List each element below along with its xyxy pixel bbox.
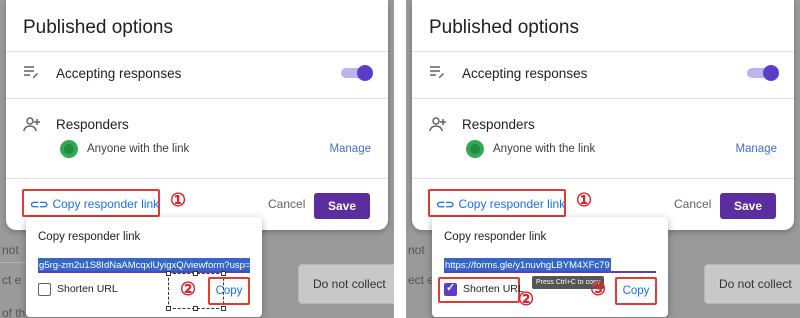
background-text: of th [2, 306, 26, 318]
callout-3: ③ [590, 279, 607, 299]
save-button[interactable]: Save [314, 193, 370, 219]
audience-label: Anyone with the link [493, 143, 596, 155]
cancel-button[interactable]: Cancel [268, 197, 305, 211]
background-text: not [2, 243, 19, 257]
divider [6, 51, 388, 52]
divider [6, 98, 388, 99]
accepting-responses-toggle[interactable] [747, 65, 779, 81]
divider [6, 178, 388, 179]
callout-1: ① [576, 190, 593, 210]
copy-responder-link-button[interactable]: ⊂⊃ Copy responder link [428, 189, 566, 217]
shorten-url-label: Shorten URL [57, 283, 118, 295]
callout-2: ② [180, 279, 197, 299]
callout-2: ② [518, 289, 535, 309]
manage-link[interactable]: Manage [735, 143, 777, 155]
background-divider [0, 262, 26, 263]
url-text: https://forms.gle/y1nuvhgLBYM4XFc79 [444, 258, 611, 271]
shorten-url-checkbox[interactable] [38, 283, 51, 296]
background-text: ct e [2, 273, 22, 287]
globe-icon [60, 140, 78, 158]
person-add-icon [429, 116, 447, 135]
audience-label: Anyone with the link [87, 143, 190, 155]
form-list-icon [23, 64, 39, 83]
cancel-button[interactable]: Cancel [674, 197, 711, 211]
link-icon: ⊂⊃ [30, 199, 49, 211]
background-text: ect e [408, 273, 435, 287]
published-options-dialog: Published options Accepting responses Re… [6, 0, 388, 230]
panel-divider [394, 0, 406, 318]
form-list-icon [429, 64, 445, 83]
accepting-responses-toggle[interactable] [341, 65, 373, 81]
popup-title: Copy responder link [444, 231, 547, 243]
divider [412, 178, 794, 179]
copy-link-popup: Copy responder link g5rg-zm2u1S8IdNaAMcq… [26, 217, 262, 317]
copy-link-popup: Copy responder link https://forms.gle/y1… [432, 217, 668, 317]
copy-responder-link-button[interactable]: ⊂⊃ Copy responder link [22, 189, 160, 217]
responders-label: Responders [462, 117, 535, 132]
url-field[interactable]: https://forms.gle/y1nuvhgLBYM4XFc79 [444, 255, 656, 271]
copy-button[interactable]: Copy [615, 277, 657, 305]
callout-1: ① [170, 190, 187, 210]
shorten-url-checkbox[interactable] [444, 281, 457, 296]
link-icon: ⊂⊃ [436, 199, 455, 211]
background-select: Do not collect [704, 264, 800, 304]
manage-link[interactable]: Manage [329, 143, 371, 155]
divider [412, 51, 794, 52]
dialog-title: Published options [23, 17, 173, 38]
divider [412, 98, 794, 99]
accepting-responses-label: Accepting responses [56, 66, 182, 81]
dialog-title: Published options [429, 17, 579, 38]
popup-title: Copy responder link [38, 231, 141, 243]
accepting-responses-label: Accepting responses [462, 66, 588, 81]
url-text: g5rg-zm2u1S8IdNaAMcqxlUyigxQ/viewform?us… [38, 258, 250, 271]
background-select: Do not collect [298, 264, 394, 304]
url-field[interactable]: g5rg-zm2u1S8IdNaAMcqxlUyigxQ/viewform?us… [38, 255, 250, 271]
url-underline [444, 271, 656, 273]
shorten-url-label: Shorten URL [463, 283, 524, 295]
copy-button[interactable]: Copy [208, 277, 250, 305]
responders-label: Responders [56, 117, 129, 132]
screenshot-panel-2: ect e not Do not collect Published optio… [406, 0, 800, 318]
save-button[interactable]: Save [720, 193, 776, 219]
person-add-icon [23, 116, 41, 135]
published-options-dialog: Published options Accepting responses Re… [412, 0, 794, 230]
screenshot-panel-1: ct e not of th Do not collect Published … [0, 0, 394, 318]
background-text: not [408, 243, 425, 257]
globe-icon [466, 140, 484, 158]
